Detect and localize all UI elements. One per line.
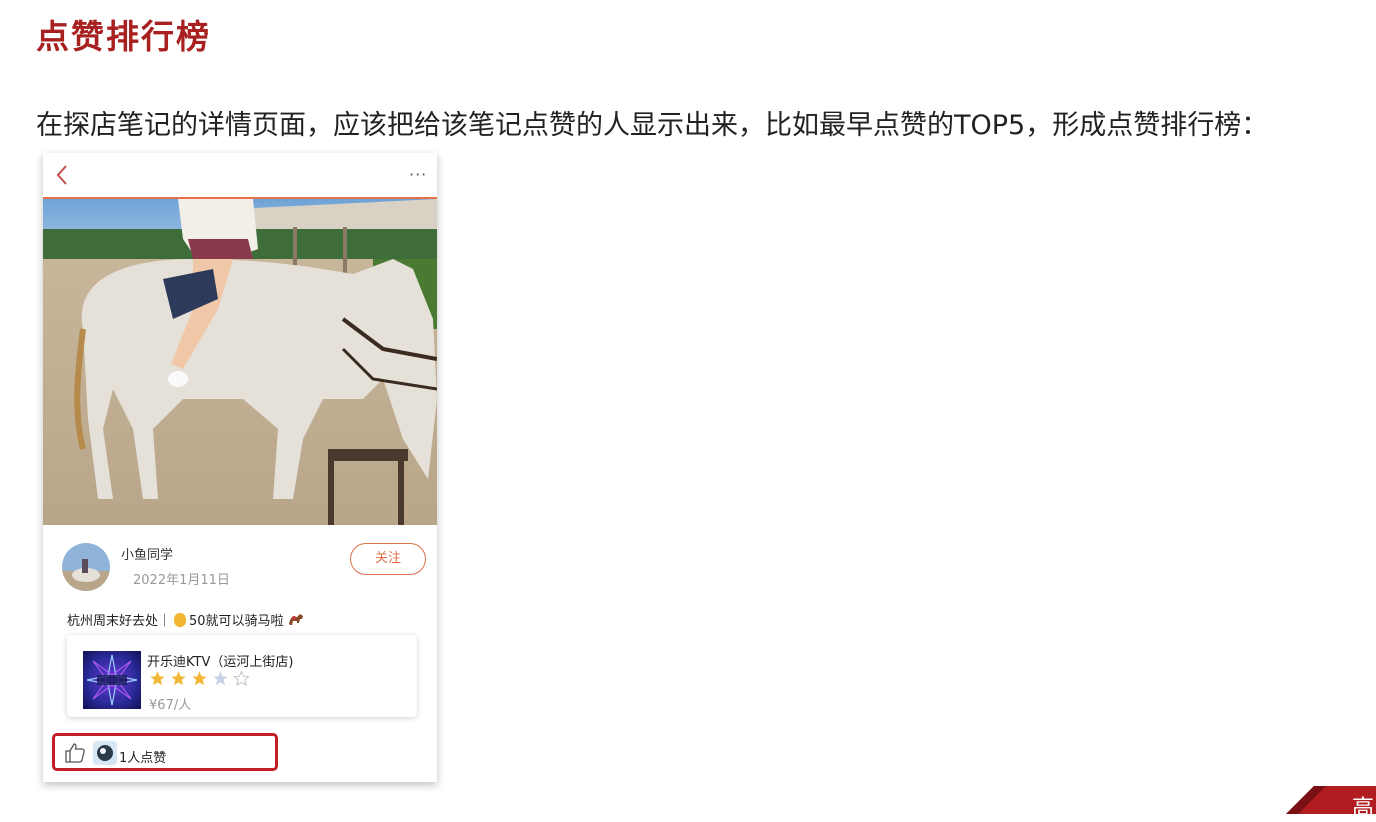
liker-avatar[interactable] bbox=[93, 741, 117, 765]
shop-thumbnail bbox=[83, 651, 141, 709]
post-date: 2022年1月11日 bbox=[133, 573, 230, 588]
star-filled-icon bbox=[192, 671, 207, 686]
shop-price: ¥67/人 bbox=[149, 698, 192, 713]
phone-mockup: ··· 小鱼同学 2022年1月11日 关注 杭州周末好去处｜ 50就可以骑马啦… bbox=[43, 153, 437, 782]
slide-description: 在探店笔记的详情页面，应该把给该笔记点赞的人显示出来，比如最早点赞的TOP5，形… bbox=[36, 110, 1269, 141]
star-filled-icon bbox=[150, 671, 165, 686]
post-text-part2: 50就可以骑马啦 bbox=[189, 614, 284, 629]
thumbs-up-icon[interactable] bbox=[63, 741, 87, 765]
author-avatar[interactable] bbox=[62, 543, 110, 591]
shop-rating bbox=[149, 670, 250, 687]
like-count: 1人点赞 bbox=[119, 751, 167, 766]
post-text-part1: 杭州周末好去处｜ bbox=[67, 614, 172, 629]
shop-card[interactable]: 开乐迪KTV（运河上街店) ¥67/人 bbox=[67, 635, 417, 717]
phone-top-bar: ··· bbox=[43, 153, 437, 199]
star-filled-icon bbox=[171, 671, 186, 686]
corner-text: 高 bbox=[1352, 796, 1375, 821]
slide-title: 点赞排行榜 bbox=[36, 17, 211, 56]
post-text: 杭州周末好去处｜ 50就可以骑马啦 bbox=[67, 610, 305, 629]
star-empty-icon bbox=[213, 671, 228, 686]
shop-name: 开乐迪KTV（运河上街店) bbox=[147, 655, 294, 670]
more-icon[interactable]: ··· bbox=[409, 167, 429, 183]
chevron-left-icon[interactable] bbox=[51, 161, 75, 189]
likes-highlight[interactable]: 1人点赞 bbox=[52, 733, 278, 771]
money-bag-icon bbox=[174, 612, 187, 627]
star-empty-icon bbox=[233, 670, 250, 687]
author-name[interactable]: 小鱼同学 bbox=[121, 544, 173, 563]
follow-button[interactable]: 关注 bbox=[350, 543, 426, 575]
post-photo bbox=[43, 199, 437, 525]
horse-icon bbox=[288, 613, 303, 625]
